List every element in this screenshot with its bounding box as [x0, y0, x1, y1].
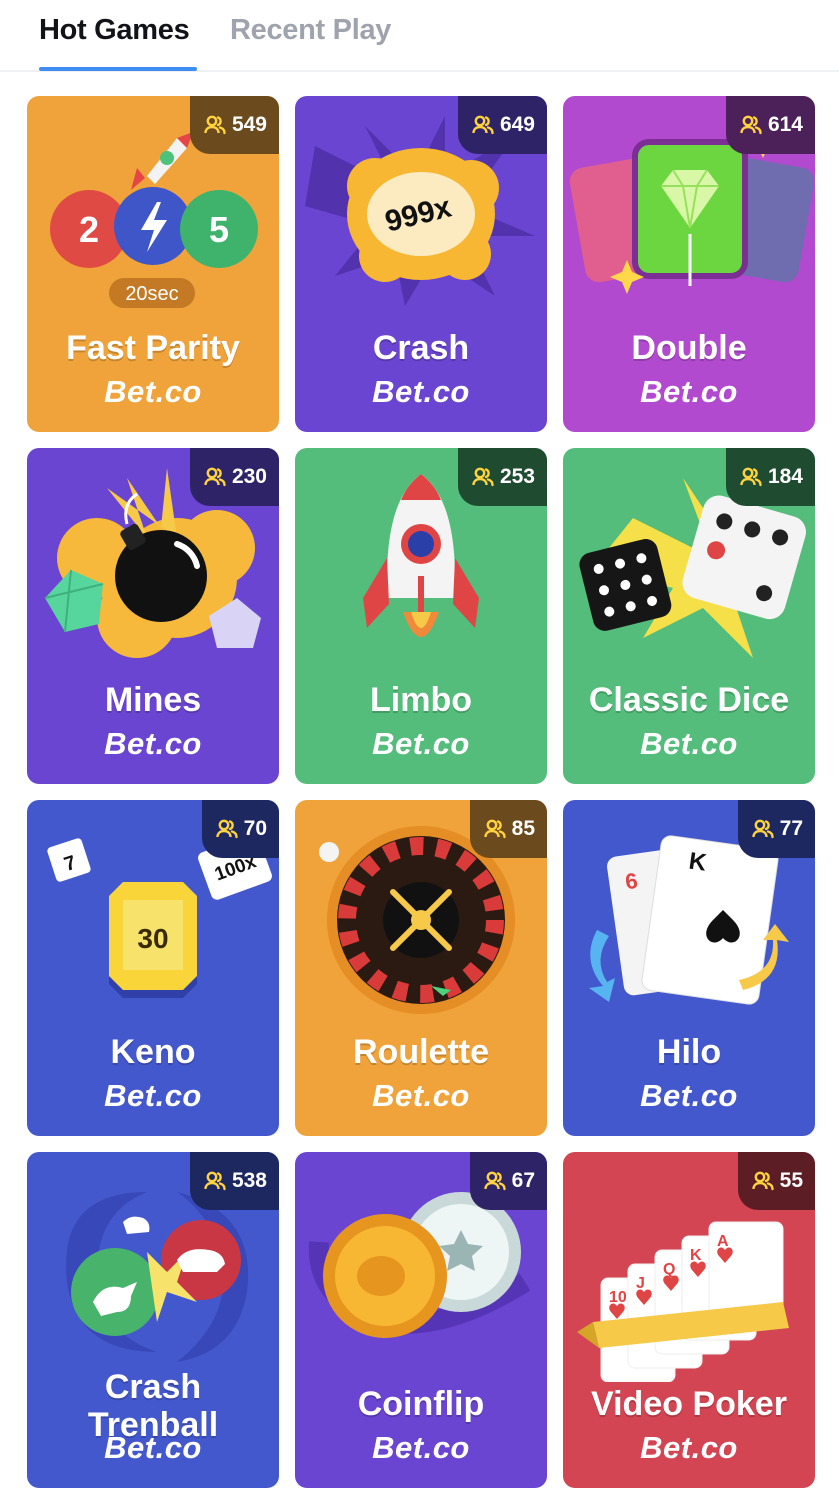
rocket-icon [131, 132, 193, 190]
game-card-fast-parity[interactable]: 2 5 20sec 549 Fast Parity Bet.co [27, 96, 279, 432]
game-title: Crash [372, 329, 470, 367]
game-title: Classic Dice [588, 681, 790, 719]
game-card-mines[interactable]: 230 Mines Bet.co [27, 448, 279, 784]
users-icon [751, 819, 774, 839]
player-count-badge: 67 [469, 1152, 547, 1210]
game-title: Mines [104, 681, 202, 719]
card-rank: A [717, 1233, 729, 1250]
player-count-badge: 649 [457, 96, 547, 154]
player-count: 230 [231, 465, 267, 488]
game-card-limbo[interactable]: 500x 253 Limbo Bet.co [295, 448, 547, 784]
player-count-badge: 230 [189, 448, 279, 506]
active-tab-indicator [39, 67, 197, 71]
player-count: 538 [231, 1169, 267, 1192]
brand-logo: Bet.co [372, 1078, 470, 1113]
users-icon [204, 115, 226, 135]
brand-logo: Bet.co [104, 1430, 202, 1465]
game-card-dice[interactable]: 184 Classic Dice Bet.co [563, 448, 815, 784]
brand-logo: Bet.co [104, 1078, 202, 1113]
brand-logo: Bet.co [640, 374, 738, 409]
player-count: 253 [499, 465, 535, 488]
player-count-badge: 184 [725, 448, 815, 506]
game-title: Limbo [370, 681, 472, 719]
player-count: 55 [779, 1169, 803, 1192]
brand-logo: Bet.co [372, 726, 470, 761]
game-title: Video Poker [591, 1385, 787, 1423]
player-count-badge: 55 [737, 1152, 815, 1210]
player-count-badge: 253 [457, 448, 547, 506]
users-icon [740, 467, 762, 487]
player-count-badge: 549 [189, 96, 279, 154]
player-count: 184 [767, 465, 803, 488]
ball-number: 2 [79, 209, 99, 250]
card-rank: K [690, 1247, 702, 1264]
card-rank: Q [663, 1261, 675, 1278]
game-title: Double [631, 329, 747, 367]
game-card-hilo[interactable]: 6 K 77 Hilo Bet.co [563, 800, 815, 1136]
game-card-roulette[interactable]: 85 Roulette Bet.co [295, 800, 547, 1136]
game-card-trenball[interactable]: 538 Crash Trenball Bet.co [27, 1152, 279, 1488]
player-count: 85 [511, 817, 535, 840]
timer-label: 20sec [125, 283, 178, 305]
brand-logo: Bet.co [104, 374, 202, 409]
game-card-double[interactable]: 614 Double Bet.co [563, 96, 815, 432]
player-count-badge: 70 [201, 800, 279, 858]
player-count: 614 [767, 113, 803, 136]
card-rank: J [636, 1275, 645, 1292]
brand-logo: Bet.co [104, 726, 202, 761]
game-card-coinflip[interactable]: 67 Coinflip Bet.co [295, 1152, 547, 1488]
player-count: 549 [231, 113, 267, 136]
brand-logo: Bet.co [640, 726, 738, 761]
player-count-badge: 85 [469, 800, 547, 858]
users-icon [472, 115, 494, 135]
game-card-keno[interactable]: 7 100x 30 70 Keno Bet.co [27, 800, 279, 1136]
player-count: 70 [243, 817, 267, 840]
bear-icon [123, 1216, 150, 1234]
ball-number: 5 [209, 209, 229, 250]
player-count-badge: 614 [725, 96, 815, 154]
users-icon [483, 819, 506, 839]
game-tabs: Hot Games Recent Play [0, 0, 839, 72]
game-title: Fast Parity [66, 329, 240, 367]
users-icon [472, 467, 494, 487]
player-count-badge: 538 [189, 1152, 279, 1210]
tab-recent-play[interactable]: Recent Play [230, 14, 391, 47]
users-icon [215, 819, 238, 839]
keno-number: 30 [137, 923, 168, 954]
player-count: 649 [499, 113, 535, 136]
users-icon [204, 1171, 226, 1191]
brand-logo: Bet.co [640, 1430, 738, 1465]
game-title: Keno [110, 1033, 196, 1071]
game-title: Hilo [656, 1033, 722, 1071]
brand-logo: Bet.co [640, 1078, 738, 1113]
player-count: 67 [511, 1169, 535, 1192]
game-card-crash[interactable]: 999x 649 Crash Bet.co [295, 96, 547, 432]
arrow-down-icon [589, 930, 615, 1002]
game-card-poker[interactable]: 10 J Q K A 55 Video Poker Bet.co [563, 1152, 815, 1488]
brand-logo: Bet.co [372, 1430, 470, 1465]
player-count: 77 [779, 817, 803, 840]
users-icon [483, 1171, 506, 1191]
player-count-badge: 77 [737, 800, 815, 858]
users-icon [204, 467, 226, 487]
game-title: Coinflip [357, 1385, 485, 1423]
card-rank: 10 [609, 1289, 627, 1306]
tab-hot-games[interactable]: Hot Games [39, 14, 190, 47]
brand-logo: Bet.co [372, 374, 470, 409]
game-title: Roulette [353, 1033, 489, 1071]
users-icon [751, 1171, 774, 1191]
users-icon [740, 115, 762, 135]
